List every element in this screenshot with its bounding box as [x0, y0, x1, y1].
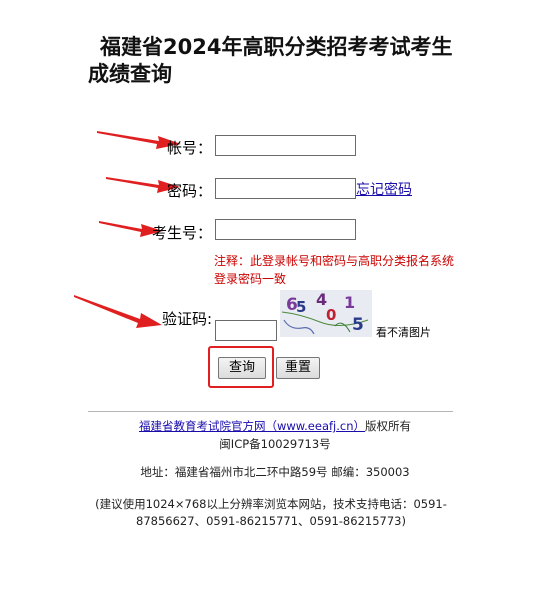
captcha-refresh-link[interactable]: 看不清图片 — [376, 324, 431, 340]
footer-divider — [88, 411, 453, 412]
copyright-text: 版权所有 — [365, 419, 412, 433]
captcha-image[interactable]: 6 5 4 0 1 5 — [280, 290, 372, 337]
captcha-label: 验证码: — [161, 310, 212, 328]
footer-icp: 闽ICP备10029713号 — [219, 437, 331, 451]
password-input[interactable] — [215, 178, 356, 199]
page-title-line1: 福建省2024年高职分类招考考试考生 — [100, 35, 453, 59]
page-title: 福建省2024年高职分类招考考试考生 成绩查询 — [88, 34, 468, 88]
candidate-number-input[interactable] — [215, 219, 356, 240]
password-label: 密码： — [166, 182, 212, 200]
page-title-line2: 成绩查询 — [88, 62, 172, 86]
candidate-number-label: 考生号： — [151, 224, 212, 242]
footer-support: (建议使用1024×768以上分辨率浏览本网站，技术支持电话：0591-8785… — [95, 497, 447, 528]
svg-text:5: 5 — [296, 298, 306, 316]
captcha-input[interactable] — [215, 320, 277, 341]
footer-copyright: 福建省教育考试院官方网（www.eeafj.cn）版权所有 — [80, 418, 470, 435]
svg-text:5: 5 — [352, 315, 364, 335]
svg-text:0: 0 — [326, 306, 336, 324]
svg-text:1: 1 — [344, 293, 355, 312]
account-input[interactable] — [215, 135, 356, 156]
org-website-link[interactable]: 福建省教育考试院官方网（www.eeafj.cn） — [139, 419, 365, 433]
forgot-password-link[interactable]: 忘记密码 — [356, 179, 412, 199]
query-button[interactable]: 查询 — [218, 357, 266, 379]
captcha-graphic: 6 5 4 0 1 5 — [281, 290, 369, 335]
account-label: 帐号： — [166, 139, 212, 157]
login-note: 注释：此登录帐号和密码与高职分类报名系统登录密码一致 — [214, 254, 455, 286]
reset-button[interactable]: 重置 — [276, 357, 320, 379]
footer-address: 地址：福建省福州市北二环中路59号 邮编：350003 — [140, 465, 410, 479]
